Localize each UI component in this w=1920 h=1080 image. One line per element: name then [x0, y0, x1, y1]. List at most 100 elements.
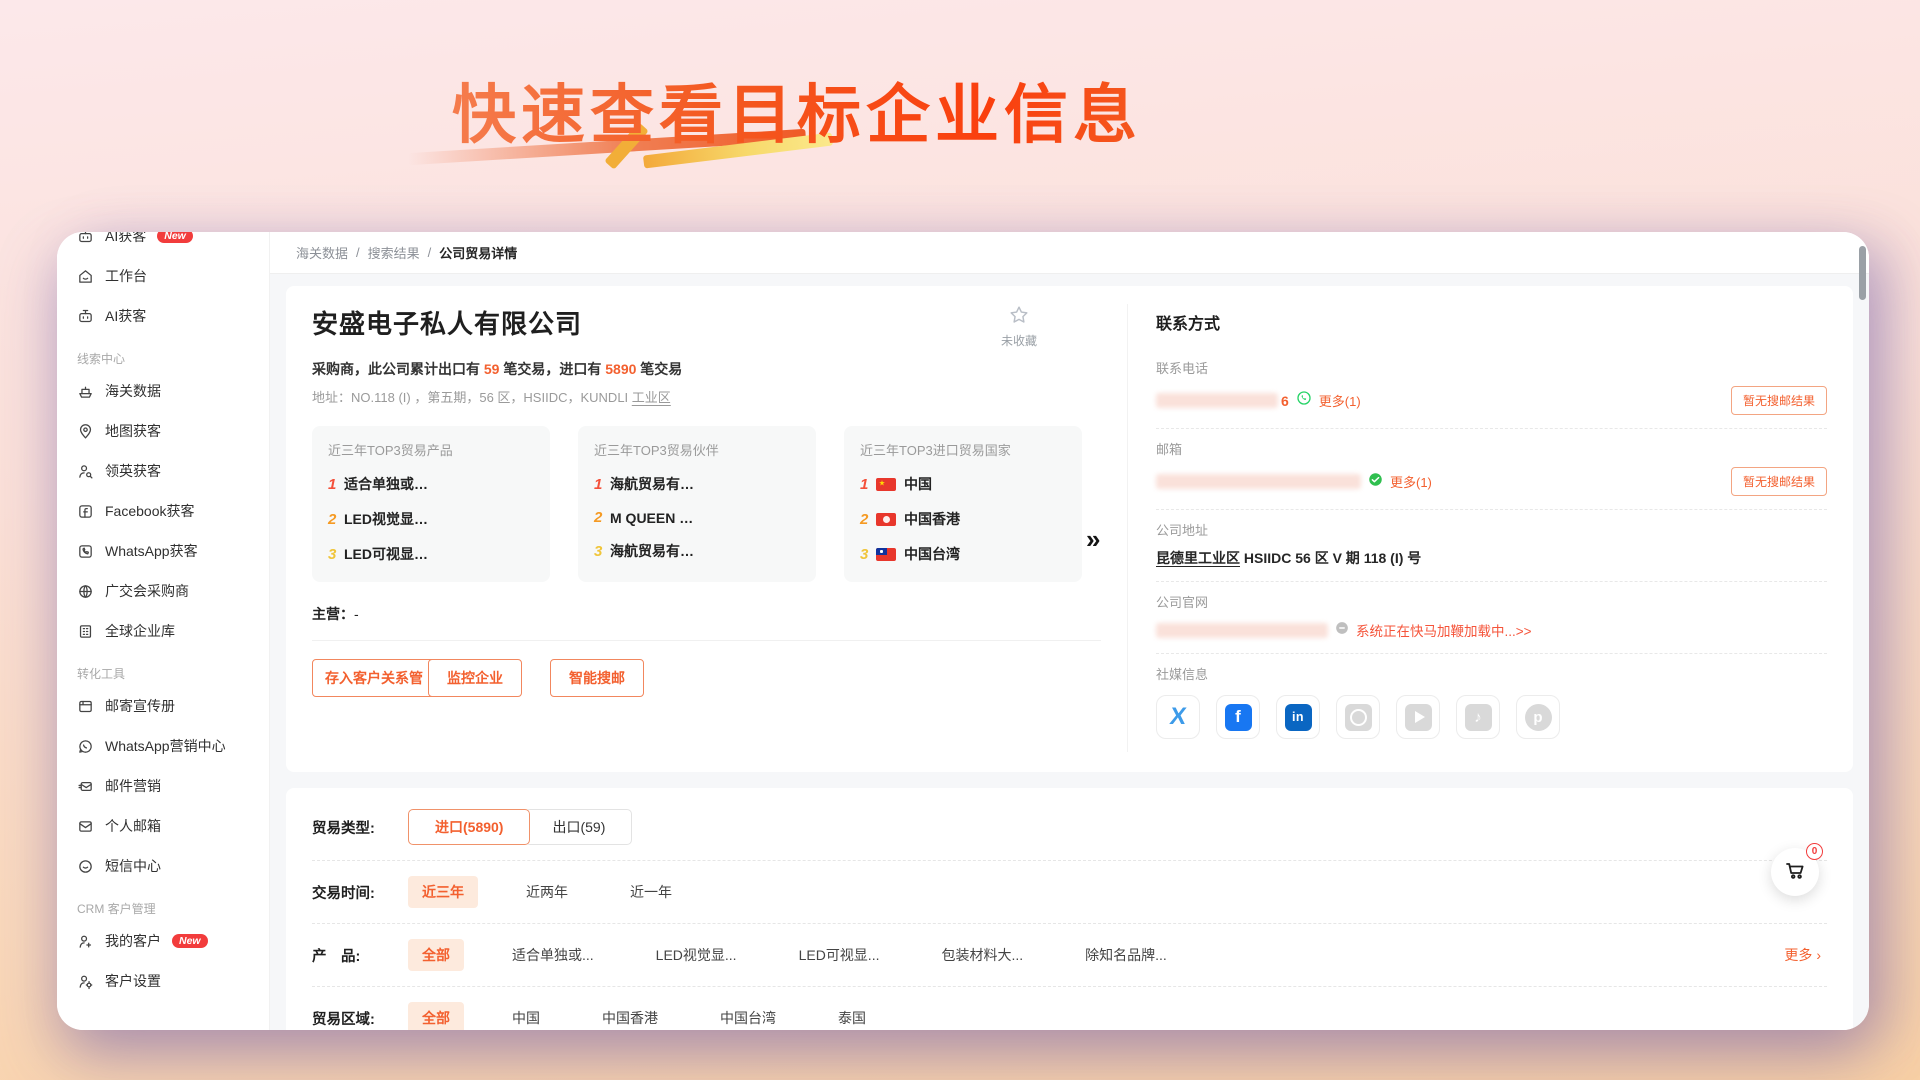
- breadcrumb-customs-data[interactable]: 海关数据: [296, 243, 348, 262]
- no-mail-result-button[interactable]: 暂无搜邮结果: [1731, 467, 1827, 496]
- top3-country-item: 1中国: [860, 474, 1066, 494]
- company-address-value: 昆德里工业区 HSIIDC 56 区 V 期 118 (I) 号: [1156, 548, 1827, 568]
- time-option[interactable]: 近两年: [512, 876, 582, 908]
- collapse-panel-button[interactable]: »: [1086, 526, 1100, 552]
- sidebar-item-personal-mailbox[interactable]: 个人邮箱: [57, 806, 269, 846]
- product-option[interactable]: 适合单独或...: [498, 939, 608, 971]
- sidebar-item-whatsapp-leads[interactable]: WhatsApp获客: [57, 531, 269, 571]
- sidebar-item-canton-fair[interactable]: 广交会采购商: [57, 571, 269, 611]
- top3-product-item: 1适合单独或…: [328, 474, 534, 494]
- breadcrumb: 海关数据 / 搜索结果 / 公司贸易详情: [270, 232, 1869, 274]
- top3-partner-item: 3海航贸易有…: [594, 541, 800, 561]
- smart-mail-search-button[interactable]: 智能搜邮: [550, 659, 644, 697]
- sidebar-item-whatsapp-marketing[interactable]: WhatsApp营销中心: [57, 726, 269, 766]
- product-option[interactable]: LED可视显...: [785, 939, 894, 971]
- sidebar-item-my-customers[interactable]: 我的客户 New: [57, 921, 269, 961]
- region-option[interactable]: 泰国: [824, 1002, 880, 1030]
- ai-robot-icon: [77, 308, 94, 325]
- page-title: 快速查看目标企业信息: [452, 64, 1142, 156]
- main-business: 主营：-: [312, 604, 1101, 624]
- sidebar-item-linkedin-leads[interactable]: 领英获客: [57, 451, 269, 491]
- top3-partner-item: 2M QUEEN …: [594, 509, 800, 526]
- save-to-crm-button[interactable]: 存入客户关系管: [312, 659, 442, 697]
- cart-button[interactable]: 0: [1771, 848, 1819, 896]
- sidebar-item-customer-settings[interactable]: 客户设置: [57, 961, 269, 1001]
- envelope-icon: [77, 818, 94, 835]
- trade-type-import-tab[interactable]: 进口(5890): [408, 809, 530, 845]
- youtube-icon: [1396, 695, 1440, 739]
- whatsapp-icon[interactable]: [1296, 390, 1312, 411]
- phone-square-icon: [77, 543, 94, 560]
- breadcrumb-search-results[interactable]: 搜索结果: [368, 243, 420, 262]
- region-option[interactable]: 中国: [498, 1002, 554, 1030]
- hongkong-flag-icon: [876, 513, 896, 526]
- verified-check-icon: [1368, 472, 1383, 492]
- product-option[interactable]: 包装材料大...: [927, 939, 1037, 971]
- sidebar-item-sms-center[interactable]: 短信中心: [57, 846, 269, 886]
- product-option[interactable]: 除知名品牌...: [1071, 939, 1181, 971]
- top3-partner-item: 1海航贸易有…: [594, 474, 800, 494]
- monitor-company-button[interactable]: 监控企业: [428, 659, 522, 697]
- phone-visible-digit: 6: [1281, 393, 1289, 409]
- whatsapp-chat-icon: [77, 738, 94, 755]
- chevron-right-icon: ›: [1816, 947, 1821, 963]
- sidebar-section-crm: CRM 客户管理: [57, 886, 269, 921]
- loading-minus-icon: [1335, 621, 1349, 640]
- top3-partners-card: 近三年TOP3贸易伙伴 1海航贸易有… 2M QUEEN … 3海航贸易有…: [578, 426, 816, 582]
- email-more-link[interactable]: 更多(1): [1390, 472, 1432, 491]
- sidebar-item-workbench[interactable]: 工作台: [57, 256, 269, 296]
- time-option[interactable]: 近一年: [616, 876, 686, 908]
- product-option[interactable]: LED视觉显...: [642, 939, 751, 971]
- sidebar-item-customs-data[interactable]: 海关数据: [57, 371, 269, 411]
- breadcrumb-separator: /: [428, 245, 432, 260]
- trade-region-row: 贸易区域: 全部 中国 中国香港 中国台湾 泰国: [312, 987, 1827, 1030]
- email-redacted: [1156, 474, 1361, 489]
- sidebar-item-brochure[interactable]: 邮寄宣传册: [57, 686, 269, 726]
- top3-country-item: 2中国香港: [860, 509, 1066, 529]
- product-filter-row: 产 品: 全部 适合单独或... LED视觉显... LED可视显... 包装材…: [312, 924, 1827, 987]
- person-search-icon: [77, 463, 94, 480]
- top3-product-item: 3LED可视显…: [328, 544, 534, 564]
- ai-robot-icon: [77, 232, 94, 245]
- company-name: 安盛电子私人有限公司: [312, 304, 582, 341]
- region-option[interactable]: 全部: [408, 1002, 464, 1030]
- company-address: 地址：NO.118 (I) ，第五期，56 区，HSIIDC，KUNDLI 工业…: [312, 387, 1101, 406]
- region-option[interactable]: 中国香港: [588, 1002, 672, 1030]
- sidebar-item-ai-cut[interactable]: AI获客 New: [57, 232, 269, 256]
- facebook-square-icon: [77, 503, 94, 520]
- trade-type-export-tab[interactable]: 出口(59): [525, 809, 632, 845]
- brochure-icon: [77, 698, 94, 715]
- chat-smile-icon: [77, 858, 94, 875]
- linkedin-icon[interactable]: in: [1276, 695, 1320, 739]
- phone-redacted: [1156, 393, 1278, 408]
- favorite-button[interactable]: 未收藏: [1001, 304, 1037, 349]
- email-field: 邮箱 更多(1) 暂无搜邮结果: [1156, 429, 1827, 510]
- phone-more-link[interactable]: 更多(1): [1319, 391, 1361, 410]
- map-pin-icon: [77, 423, 94, 440]
- top3-products-card: 近三年TOP3贸易产品 1适合单独或… 2LED视觉显… 3LED可视显…: [312, 426, 550, 582]
- scrollbar-thumb[interactable]: [1859, 246, 1866, 300]
- more-products-link[interactable]: 更多›: [1784, 945, 1827, 965]
- website-field: 公司官网 系统正在快马加鞭加载中...>>: [1156, 582, 1827, 654]
- taiwan-flag-icon: [876, 548, 896, 561]
- product-option[interactable]: 全部: [408, 939, 464, 971]
- sidebar-section-tools: 转化工具: [57, 651, 269, 686]
- ship-icon: [77, 383, 94, 400]
- sidebar: AI获客 New 工作台 AI获客 线索中心 海关数据 地图获客: [57, 232, 270, 1030]
- sidebar-item-map-leads[interactable]: 地图获客: [57, 411, 269, 451]
- top3-country-item: 3中国台湾: [860, 544, 1066, 564]
- sidebar-item-facebook-leads[interactable]: Facebook获客: [57, 491, 269, 531]
- top3-countries-card: 近三年TOP3进口贸易国家 1中国 2中国香港 3中国台湾: [844, 426, 1082, 582]
- tiktok-icon: ♪: [1456, 695, 1500, 739]
- star-icon: [1008, 304, 1030, 329]
- time-option[interactable]: 近三年: [408, 876, 478, 908]
- facebook-icon[interactable]: f: [1216, 695, 1260, 739]
- sidebar-item-global-companies[interactable]: 全球企业库: [57, 611, 269, 651]
- trade-type-row: 贸易类型: 进口(5890) 出口(59): [312, 794, 1827, 861]
- no-mail-result-button[interactable]: 暂无搜邮结果: [1731, 386, 1827, 415]
- website-loading-link[interactable]: 系统正在快马加鞭加载中...>>: [1356, 620, 1532, 640]
- sidebar-item-email-marketing[interactable]: 邮件营销: [57, 766, 269, 806]
- sidebar-item-ai[interactable]: AI获客: [57, 296, 269, 336]
- region-option[interactable]: 中国台湾: [706, 1002, 790, 1030]
- x-twitter-icon[interactable]: X: [1156, 695, 1200, 739]
